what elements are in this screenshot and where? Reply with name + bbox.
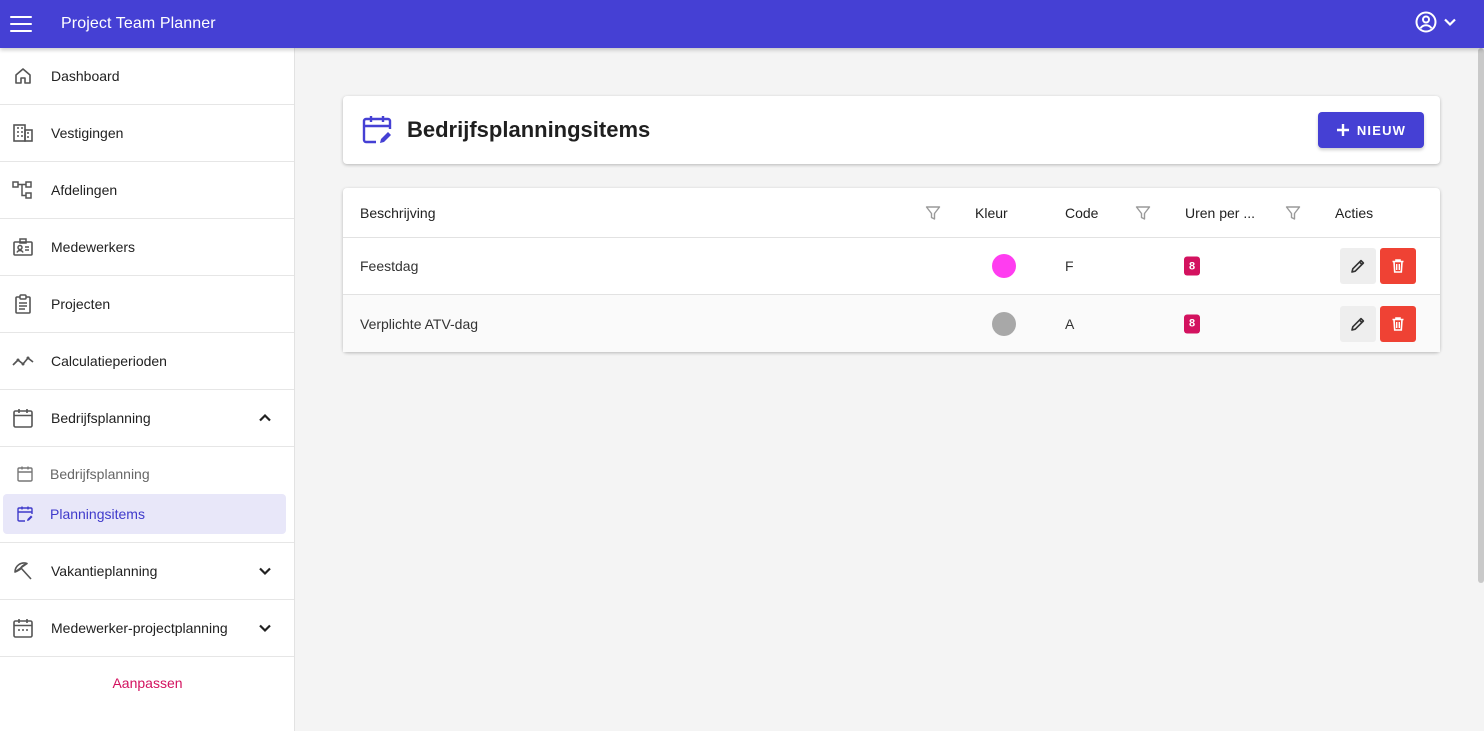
new-button-label: NIEUW (1356, 122, 1407, 138)
sidebar-item-label: Projecten (51, 296, 111, 312)
color-swatch (992, 311, 1016, 336)
sidebar-item-label: Medewerkers (51, 239, 136, 255)
customize-link[interactable]: Aanpassen (0, 675, 295, 691)
trend-line-icon (12, 356, 34, 366)
chevron-down-icon[interactable] (256, 619, 274, 637)
id-badge-icon (13, 238, 33, 256)
home-icon (15, 68, 31, 84)
sidebar-item-dashboard[interactable]: Dashboard (0, 48, 294, 105)
top-app-bar: Project Team Planner (0, 0, 1484, 48)
page-header-card: Bedrijfsplanningsitems NIEUW (343, 96, 1440, 164)
sidebar-item-label: Medewerker-projectplanning (51, 620, 228, 636)
calendar-edit-icon (362, 116, 392, 144)
sidebar-item-bedrijfsplanning[interactable]: Bedrijfsplanning (0, 390, 294, 447)
edit-button[interactable] (1340, 305, 1376, 342)
cell-description: Feestdag (360, 258, 419, 274)
column-header-kleur[interactable]: Kleur (975, 205, 1008, 221)
chevron-down-icon[interactable] (256, 562, 274, 580)
filter-icon[interactable] (925, 205, 941, 221)
sidebar-subitem-label: Bedrijfsplanning (50, 466, 150, 482)
trash-icon (1392, 316, 1404, 331)
chevron-up-icon[interactable] (256, 409, 274, 427)
trash-icon (1392, 259, 1404, 273)
main-content: Bedrijfsplanningsitems NIEUW Beschrijvin… (295, 48, 1484, 731)
plus-icon (1336, 124, 1349, 136)
sidebar-nav: Dashboard Vestigingen Afdelingen Medewer… (0, 48, 295, 731)
sidebar-item-label: Bedrijfsplanning (51, 410, 151, 426)
bedrijfsplanning-submenu: Bedrijfsplanning Planningsitems (0, 447, 294, 543)
table-header-row: Beschrijving Kleur Code Uren per ... Act… (343, 188, 1440, 238)
cell-code: F (1065, 258, 1074, 274)
column-header-uren-per[interactable]: Uren per ... (1185, 205, 1255, 221)
color-swatch (992, 254, 1016, 278)
building-icon (13, 124, 33, 142)
calendar-dots-icon (13, 619, 33, 638)
calendar-edit-icon (17, 506, 33, 522)
hours-badge: 8 (1184, 314, 1200, 333)
filter-icon[interactable] (1285, 205, 1301, 221)
user-menu-button[interactable] (1414, 10, 1458, 34)
edit-button[interactable] (1340, 248, 1376, 284)
delete-button[interactable] (1380, 305, 1416, 342)
column-header-beschrijving[interactable]: Beschrijving (360, 205, 435, 221)
app-title: Project Team Planner (61, 15, 216, 32)
hours-badge: 8 (1184, 256, 1200, 276)
sidebar-item-label: Dashboard (51, 68, 120, 84)
sidebar-item-projecten[interactable]: Projecten (0, 276, 294, 333)
page-title: Bedrijfsplanningsitems (407, 117, 651, 142)
new-item-button[interactable]: NIEUW (1318, 112, 1424, 148)
org-chart-icon (12, 181, 32, 199)
sidebar-subitem-bedrijfsplanning[interactable]: Bedrijfsplanning (3, 454, 286, 494)
pencil-icon (1351, 317, 1365, 331)
sidebar-subitem-label: Planningsitems (50, 506, 145, 522)
calendar-icon (17, 466, 33, 482)
page-scrollbar[interactable] (1478, 48, 1484, 583)
hamburger-menu-icon[interactable] (10, 16, 32, 32)
clipboard-icon (15, 294, 31, 314)
sidebar-item-label: Vestigingen (51, 125, 124, 141)
pencil-icon (1351, 259, 1365, 273)
delete-button[interactable] (1380, 248, 1416, 284)
column-header-acties: Acties (1335, 204, 1374, 221)
sidebar-item-label: Afdelingen (51, 182, 118, 198)
calendar-icon (13, 409, 33, 428)
column-header-code[interactable]: Code (1065, 205, 1098, 221)
sidebar-item-vestigingen[interactable]: Vestigingen (0, 105, 294, 162)
sidebar-item-label: Calculatieperioden (51, 353, 167, 369)
account-circle-icon (1415, 11, 1437, 33)
filter-icon[interactable] (1135, 205, 1151, 221)
table-row[interactable]: Verplichte ATV-dag A 8 (343, 295, 1440, 352)
table-row[interactable]: Feestdag F 8 (343, 238, 1440, 295)
planning-items-table: Beschrijving Kleur Code Uren per ... Act… (343, 188, 1440, 352)
sidebar-item-vakantieplanning[interactable]: Vakantieplanning (0, 543, 294, 600)
cell-code: A (1065, 315, 1075, 332)
sidebar-subitem-planningsitems[interactable]: Planningsitems (3, 494, 286, 534)
cell-description: Verplichte ATV-dag (360, 315, 479, 332)
sidebar-item-label: Vakantieplanning (51, 563, 158, 579)
sidebar-item-medewerker-projectplanning[interactable]: Medewerker-projectplanning (0, 600, 294, 657)
sidebar-item-calculatieperioden[interactable]: Calculatieperioden (0, 333, 294, 390)
sidebar-item-afdelingen[interactable]: Afdelingen (0, 162, 294, 219)
sidebar-item-medewerkers[interactable]: Medewerkers (0, 219, 294, 276)
chevron-down-icon (1444, 18, 1456, 27)
beach-umbrella-icon (14, 562, 32, 580)
